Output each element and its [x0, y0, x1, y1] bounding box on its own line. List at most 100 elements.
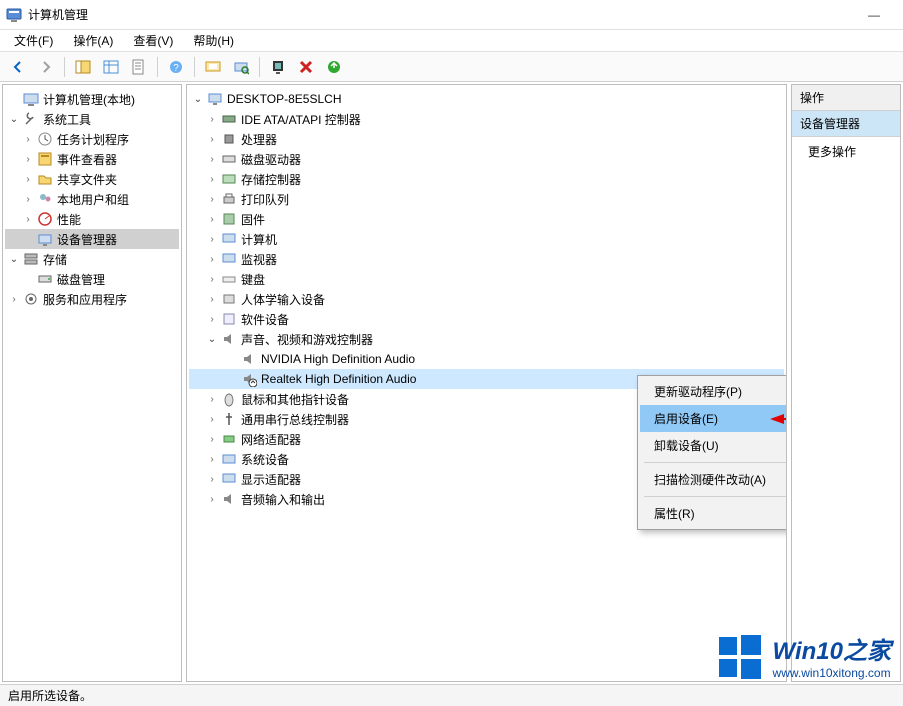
software-icon [221, 311, 237, 327]
cm-properties[interactable]: 属性(R) [640, 500, 787, 527]
left-disk-mgmt[interactable]: 磁盘管理 [5, 269, 179, 289]
device-manager-label: 设备管理器 [57, 231, 117, 248]
nvidia-audio-label: NVIDIA High Definition Audio [261, 352, 415, 366]
caret-right-icon[interactable]: › [205, 452, 219, 466]
cm-separator [644, 496, 787, 497]
dev-keyboards[interactable]: ›键盘 [189, 269, 784, 289]
dev-disk-drives[interactable]: ›磁盘驱动器 [189, 149, 784, 169]
caret-right-icon[interactable]: › [21, 212, 35, 226]
caret-right-icon[interactable]: › [21, 152, 35, 166]
back-button[interactable] [6, 55, 30, 79]
tb-device-button[interactable] [266, 55, 290, 79]
toolbar: ? [0, 52, 903, 82]
left-local-users[interactable]: › 本地用户和组 [5, 189, 179, 209]
enable-button[interactable] [322, 55, 346, 79]
left-system-tools[interactable]: ⌄ 系统工具 [5, 109, 179, 129]
caret-right-icon[interactable]: › [205, 232, 219, 246]
caret-right-icon[interactable]: › [205, 132, 219, 146]
tools-icon [23, 111, 39, 127]
dev-hid[interactable]: ›人体学输入设备 [189, 289, 784, 309]
caret-down-icon[interactable]: ⌄ [7, 112, 21, 126]
caret-right-icon[interactable]: › [205, 112, 219, 126]
ide-icon [221, 111, 237, 127]
firmware-label: 固件 [241, 211, 265, 228]
dev-software-dev[interactable]: ›软件设备 [189, 309, 784, 329]
menu-help[interactable]: 帮助(H) [185, 30, 242, 51]
left-services[interactable]: › 服务和应用程序 [5, 289, 179, 309]
scan-hardware-button[interactable] [229, 55, 253, 79]
caret-right-icon[interactable]: › [205, 152, 219, 166]
printer-icon [221, 191, 237, 207]
menu-view[interactable]: 查看(V) [125, 30, 181, 51]
ide-label: IDE ATA/ATAPI 控制器 [241, 111, 361, 128]
left-root[interactable]: 计算机管理(本地) [5, 89, 179, 109]
dev-nvidia-audio[interactable]: NVIDIA High Definition Audio [189, 349, 784, 369]
forward-button[interactable] [34, 55, 58, 79]
dev-ide[interactable]: › IDE ATA/ATAPI 控制器 [189, 109, 784, 129]
dev-cpu[interactable]: ›处理器 [189, 129, 784, 149]
cm-enable-device[interactable]: 启用设备(E) [640, 405, 787, 432]
dev-storage-ctrl[interactable]: ›存储控制器 [189, 169, 784, 189]
cm-uninstall[interactable]: 卸载设备(U) [640, 432, 787, 459]
left-event-viewer[interactable]: › 事件查看器 [5, 149, 179, 169]
show-hide-tree-button[interactable] [71, 55, 95, 79]
left-task-scheduler[interactable]: › 任务计划程序 [5, 129, 179, 149]
app-icon [6, 7, 22, 23]
performance-label: 性能 [57, 211, 81, 228]
cm-update-driver[interactable]: 更新驱动程序(P) [640, 378, 787, 405]
actions-more[interactable]: 更多操作 [792, 137, 900, 166]
caret-down-icon[interactable]: ⌄ [205, 332, 219, 346]
caret-right-icon[interactable]: › [205, 392, 219, 406]
caret-right-icon[interactable]: › [205, 212, 219, 226]
menu-file[interactable]: 文件(F) [6, 30, 61, 51]
caret-right-icon[interactable]: › [21, 172, 35, 186]
left-storage[interactable]: ⌄ 存储 [5, 249, 179, 269]
statusbar: 启用所选设备。 [0, 684, 903, 706]
device-tree-panel[interactable]: ⌄ DESKTOP-8E5SLCH › IDE ATA/ATAPI 控制器 ›处理… [186, 84, 787, 682]
menu-action[interactable]: 操作(A) [65, 30, 121, 51]
left-device-manager[interactable]: 设备管理器 [5, 229, 179, 249]
caret-right-icon[interactable]: › [7, 292, 21, 306]
dev-sound[interactable]: ⌄声音、视频和游戏控制器 [189, 329, 784, 349]
caret-down-icon[interactable]: ⌄ [7, 252, 21, 266]
dev-root[interactable]: ⌄ DESKTOP-8E5SLCH [189, 89, 784, 109]
left-tree-panel[interactable]: 计算机管理(本地) ⌄ 系统工具 › 任务计划程序 › 事件查看器 › 共享文件… [2, 84, 182, 682]
caret-right-icon[interactable]: › [205, 272, 219, 286]
disable-button[interactable] [294, 55, 318, 79]
caret-right-icon[interactable]: › [21, 192, 35, 206]
dev-print-queues[interactable]: ›打印队列 [189, 189, 784, 209]
mouse-label: 鼠标和其他指针设备 [241, 391, 349, 408]
minimize-button[interactable]: — [851, 0, 897, 30]
event-viewer-label: 事件查看器 [57, 151, 117, 168]
caret-right-icon[interactable]: › [205, 312, 219, 326]
left-performance[interactable]: › 性能 [5, 209, 179, 229]
window-title: 计算机管理 [28, 6, 851, 23]
caret-right-icon[interactable]: › [205, 172, 219, 186]
properties-button[interactable] [127, 55, 151, 79]
keyboard-icon [221, 271, 237, 287]
caret-right-icon[interactable]: › [205, 412, 219, 426]
speaker-icon [241, 351, 257, 367]
dev-monitors[interactable]: ›监视器 [189, 249, 784, 269]
caret-right-icon[interactable]: › [205, 432, 219, 446]
cm-scan[interactable]: 扫描检测硬件改动(A) [640, 466, 787, 493]
left-shared-folders[interactable]: › 共享文件夹 [5, 169, 179, 189]
dev-computer[interactable]: ›计算机 [189, 229, 784, 249]
caret-right-icon[interactable]: › [21, 132, 35, 146]
titlebar: 计算机管理 — [0, 0, 903, 30]
cpu-icon [221, 131, 237, 147]
caret-right-icon[interactable]: › [205, 292, 219, 306]
caret-right-icon[interactable]: › [205, 192, 219, 206]
caret-down-icon[interactable]: ⌄ [191, 92, 205, 106]
dev-firmware[interactable]: › 固件 [189, 209, 784, 229]
view-options-button[interactable] [99, 55, 123, 79]
caret-right-icon[interactable]: › [205, 492, 219, 506]
speaker-icon [221, 331, 237, 347]
help-button[interactable]: ? [164, 55, 188, 79]
tb-icon-1[interactable] [201, 55, 225, 79]
event-icon [37, 151, 53, 167]
services-label: 服务和应用程序 [43, 291, 127, 308]
caret-right-icon[interactable]: › [205, 472, 219, 486]
caret-right-icon[interactable]: › [205, 252, 219, 266]
actions-section[interactable]: 设备管理器 [792, 111, 900, 137]
